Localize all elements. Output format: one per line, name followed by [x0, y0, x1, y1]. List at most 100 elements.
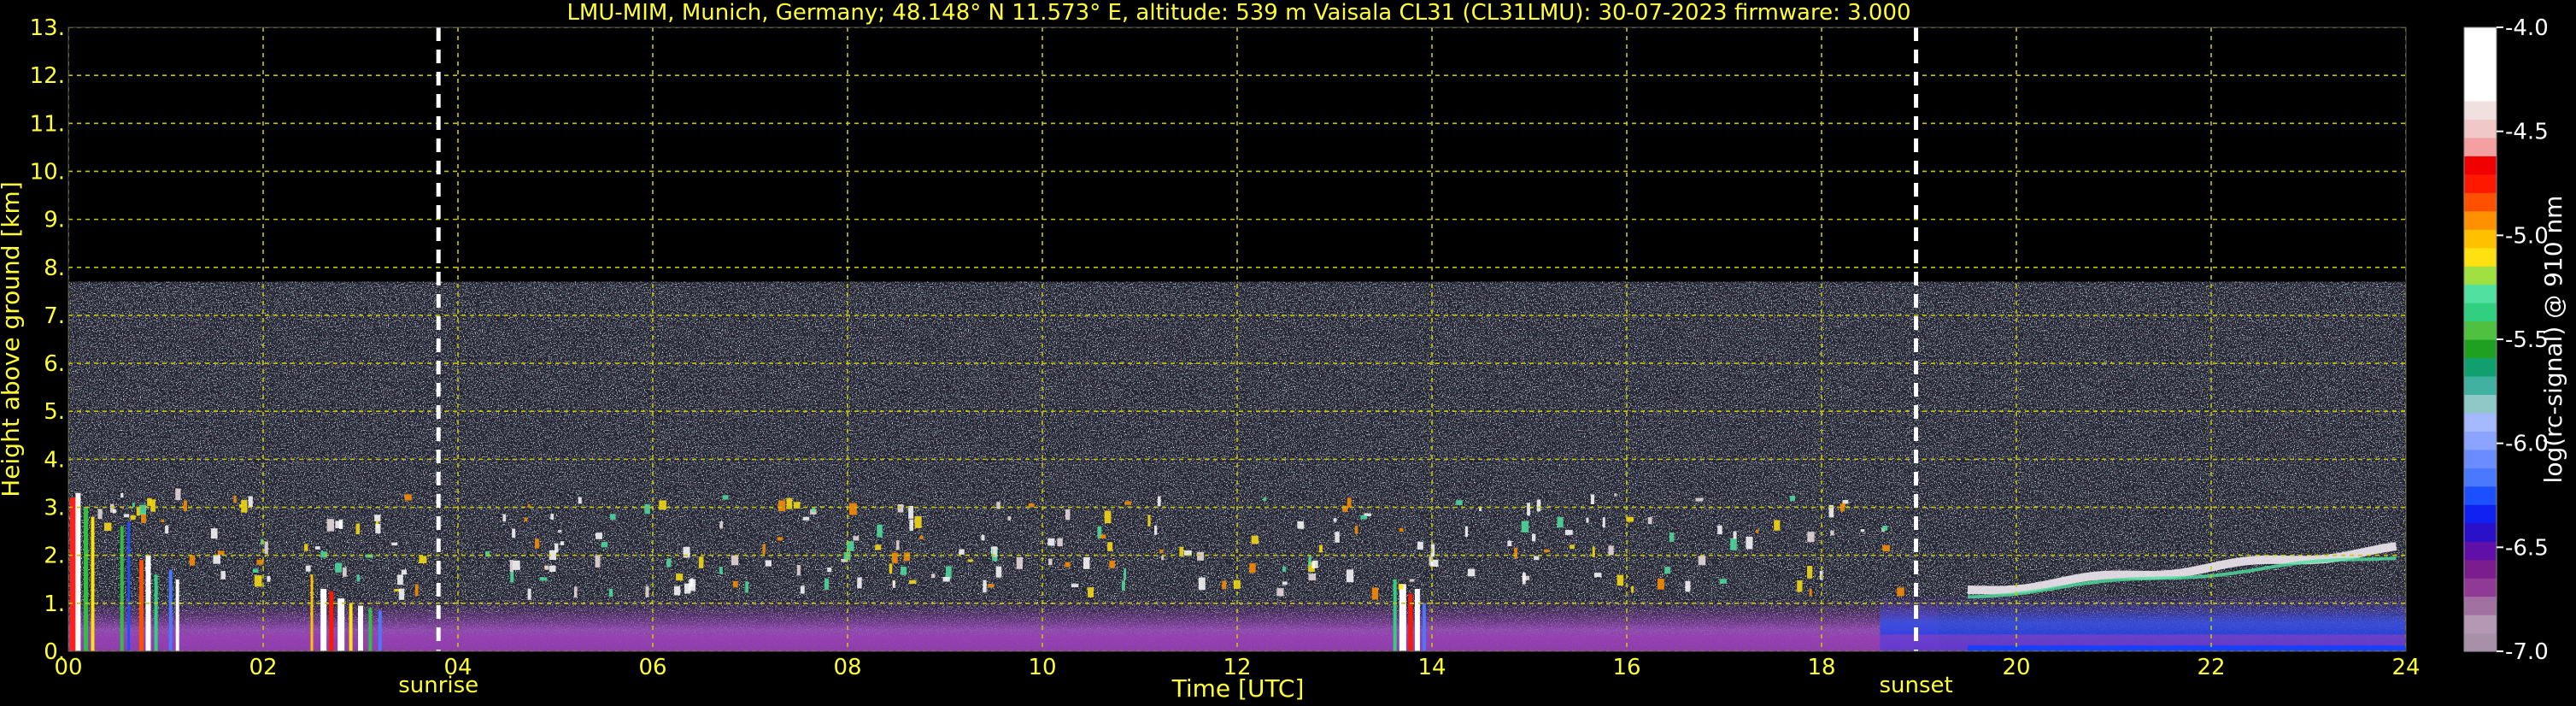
x-tick-label: 22: [2197, 655, 2225, 680]
y-tick-label: 10.: [30, 159, 65, 185]
cloud-fragment: [1534, 556, 1540, 561]
cloud-fragment: [391, 542, 398, 546]
cloud-fragment: [1557, 516, 1564, 528]
cloud-fragment: [120, 492, 124, 498]
cloud-fragment: [1048, 558, 1053, 566]
cloud-fragment: [1282, 581, 1288, 585]
cloud-fragment: [1685, 580, 1691, 592]
cloud-fragment: [1664, 567, 1671, 574]
cloud-fragment: [1121, 580, 1125, 591]
cloud-fragment: [1774, 520, 1781, 531]
colorbar-tick-label: -6.5: [2505, 535, 2549, 561]
cloud-fragment: [1153, 525, 1158, 535]
cloud-fragment: [549, 565, 556, 572]
cloud-fragment: [877, 524, 883, 538]
cloud-fragment: [666, 558, 672, 568]
cloud-fragment: [1897, 587, 1904, 597]
cloud-fragment: [1602, 517, 1605, 528]
cloud-fragment: [1065, 509, 1071, 521]
colorbar-segment: [2464, 119, 2497, 138]
cloud-fragment: [1342, 505, 1348, 512]
cloud-fragment: [175, 488, 181, 501]
cloud-fragment: [1308, 574, 1317, 581]
x-axis-label: Time [UTC]: [1171, 674, 1305, 703]
cloud-fragment: [959, 549, 965, 555]
cloud-fragment: [1695, 497, 1704, 502]
colorbar-tick-label: -7.0: [2505, 639, 2549, 665]
cloud-fragment: [1249, 562, 1256, 574]
cloud-fragment: [1586, 517, 1589, 523]
cloud-fragment: [375, 523, 381, 534]
cloud-fragment: [1071, 584, 1079, 587]
cloud-fragment: [903, 552, 910, 562]
cloud-fragment: [931, 574, 936, 579]
cloud-fragment: [719, 566, 723, 574]
cloud-fragment: [1360, 515, 1367, 520]
colorbar-segment: [2464, 284, 2497, 303]
cloud-fragment: [1807, 566, 1813, 579]
cloud-fragment: [1809, 588, 1812, 597]
colorbar-segment: [2464, 615, 2497, 634]
colorbar-segment: [2464, 559, 2497, 579]
colorbar-segment: [2464, 82, 2497, 102]
y-axis-label: Height above ground [km]: [0, 181, 25, 497]
cloud-fragment: [335, 521, 343, 528]
surface-layer-blue: [1968, 645, 2406, 651]
x-tick-label: 06: [638, 655, 666, 680]
cloud-fragment: [404, 494, 412, 501]
cloud-fragment: [1263, 497, 1267, 502]
cloud-fragment: [554, 543, 559, 553]
y-axis: 0.1.2.3.4.5.6.7.8.9.10.11.12.13.: [30, 15, 65, 665]
cloud-fragment: [1057, 538, 1063, 547]
colorbar-segment: [2464, 229, 2497, 249]
cloud-fragment: [527, 588, 531, 600]
cloud-fragment: [213, 555, 220, 564]
colorbar-segment: [2464, 27, 2497, 47]
cloud-fragment: [1147, 515, 1151, 527]
cloud-fragment: [942, 576, 950, 582]
cloud-fragment: [1860, 529, 1865, 532]
cloud-fragment: [510, 572, 514, 583]
y-tick-label: 5.: [44, 399, 65, 425]
cloud-fragment: [1746, 536, 1753, 550]
cloud-fragment: [573, 586, 578, 598]
cloud-fragment: [1282, 566, 1287, 573]
cloud-fragment: [1467, 568, 1476, 577]
colorbar-segment: [2464, 303, 2497, 322]
colorbar-segment: [2464, 247, 2497, 267]
cloud-fragment: [264, 541, 268, 555]
cloud-fragment: [1157, 496, 1161, 507]
cloud-fragment: [1297, 521, 1304, 529]
cloud-fragment: [1593, 573, 1602, 578]
x-tick-label: 18: [1807, 655, 1835, 680]
cloud-fragment: [374, 515, 381, 521]
cloud-fragment: [1536, 499, 1541, 512]
cloud-fragment: [731, 555, 739, 566]
colorbar-segment: [2464, 137, 2497, 156]
cloud-fragment: [1083, 556, 1090, 569]
cloud-fragment: [745, 581, 748, 593]
cloud-fragment: [1104, 510, 1112, 524]
colorbar-segment: [2464, 210, 2497, 230]
cloud-fragment: [676, 574, 684, 581]
cloud-fragment: [1521, 521, 1529, 532]
cloud-fragment: [1124, 501, 1132, 505]
cloud-fragment: [1733, 531, 1737, 539]
cloud-fragment: [909, 519, 913, 532]
cloud-fragment: [683, 546, 690, 558]
cloud-fragment: [1028, 503, 1035, 508]
cloud-fragment: [241, 499, 248, 513]
cloud-fragment: [1522, 572, 1526, 585]
cloud-fragment: [909, 580, 917, 585]
cloud-fragment: [544, 565, 549, 570]
cloud-fragment: [1347, 497, 1352, 508]
cloud-fragment: [777, 500, 786, 512]
cloud-fragment: [343, 567, 347, 577]
y-tick-label: 1.: [44, 591, 65, 617]
cloud-fragment: [596, 532, 602, 539]
cloud-fragment: [1464, 526, 1469, 538]
cloud-fragment: [1159, 549, 1164, 553]
cloud-fragment: [1354, 525, 1358, 534]
cloud-fragment: [161, 519, 165, 523]
cloud-fragment: [130, 515, 136, 521]
